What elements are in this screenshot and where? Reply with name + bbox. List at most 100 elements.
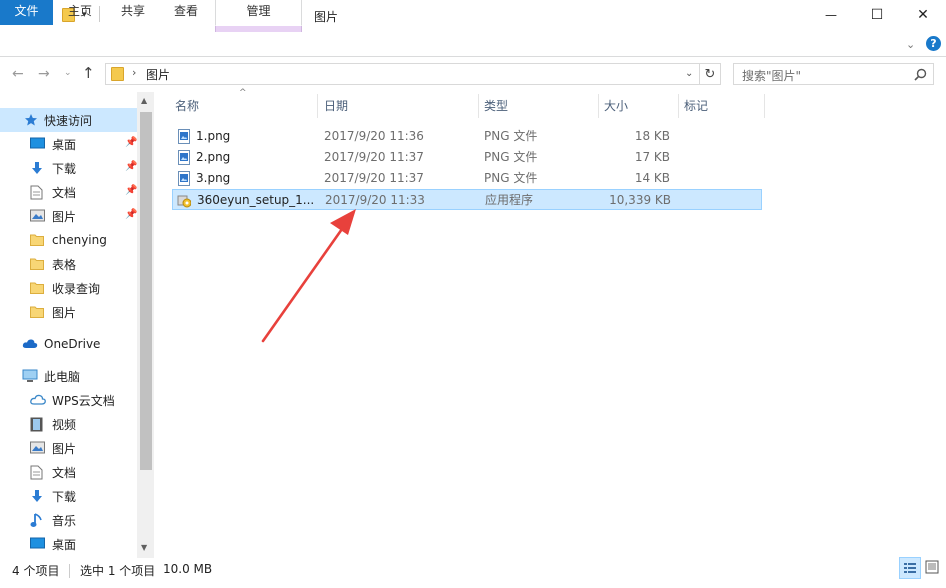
nav-quick-item[interactable]: 表格 xyxy=(0,252,137,276)
nav-pc-item[interactable]: 音乐 xyxy=(0,508,137,532)
column-divider[interactable] xyxy=(764,94,765,118)
nav-pc-item[interactable]: 下载 xyxy=(0,484,137,508)
nav-label: 收录查询 xyxy=(52,281,101,296)
pin-icon[interactable]: 📌 xyxy=(125,186,137,196)
nav-onedrive[interactable]: OneDrive xyxy=(0,332,137,356)
status-selected-size: 10.0 MB xyxy=(163,562,213,576)
pin-icon[interactable]: 📌 xyxy=(125,138,137,148)
file-name: 3.png xyxy=(196,171,231,185)
nav-pc-item[interactable]: 视频 xyxy=(0,412,137,436)
nav-label: 桌面 xyxy=(52,137,77,152)
column-header-tags[interactable]: 标记 xyxy=(678,94,764,118)
file-date: 2017/9/20 11:37 xyxy=(324,171,424,185)
file-row[interactable]: 1.png 2017/9/20 11:36 PNG 文件 18 KB xyxy=(172,126,762,147)
nav-quick-access[interactable]: 快速访问 xyxy=(0,108,137,132)
nav-quick-item[interactable]: chenying xyxy=(0,228,137,252)
column-header-name[interactable]: 名称 xyxy=(169,94,317,118)
recent-locations-chevron-icon[interactable]: ⌄ xyxy=(64,68,72,78)
nav-label: 此电脑 xyxy=(44,369,81,384)
forward-arrow-icon[interactable]: → xyxy=(38,66,50,82)
file-size: 17 KB xyxy=(634,150,670,164)
refresh-icon: ↻ xyxy=(704,66,716,82)
nav-quick-item[interactable]: 桌面 📌 xyxy=(0,132,137,156)
ribbon-tab-bar xyxy=(0,32,946,57)
column-header-type[interactable]: 类型 xyxy=(478,94,598,118)
desktop-icon xyxy=(30,537,46,551)
address-bar[interactable]: › 图片 ⌄ xyxy=(105,63,700,85)
refresh-button[interactable]: ↻ xyxy=(700,63,721,85)
column-header-size[interactable]: 大小 xyxy=(598,94,678,118)
nav-this-pc[interactable]: 此电脑 xyxy=(0,364,137,388)
nav-pc-item[interactable]: 图片 xyxy=(0,436,137,460)
nav-quick-item[interactable]: 图片 xyxy=(0,300,137,324)
search-input[interactable]: 搜索"图片" xyxy=(733,63,934,85)
folder-icon xyxy=(30,305,46,319)
nav-label: 文档 xyxy=(52,465,77,480)
file-name: 2.png xyxy=(196,150,231,164)
nav-label: 音乐 xyxy=(52,513,77,528)
file-size: 18 KB xyxy=(634,129,670,143)
star-icon xyxy=(24,113,38,127)
large-icons-view-button[interactable] xyxy=(922,557,944,579)
nav-label: 桌面 xyxy=(52,537,77,552)
nav-label: chenying xyxy=(52,233,107,247)
help-icon[interactable]: ? xyxy=(926,36,941,51)
column-header-date[interactable]: 日期 xyxy=(318,94,478,118)
file-size: 14 KB xyxy=(634,171,670,185)
up-arrow-icon[interactable]: ↑ xyxy=(82,64,95,82)
png-file-icon xyxy=(178,129,190,144)
scroll-down-arrow-icon[interactable]: ▼ xyxy=(141,543,147,552)
address-history-chevron-icon[interactable]: ⌄ xyxy=(685,68,693,79)
download-icon xyxy=(30,161,46,175)
back-arrow-icon[interactable]: ← xyxy=(12,66,24,82)
nav-quick-item[interactable]: 收录查询 xyxy=(0,276,137,300)
annotation-arrow xyxy=(261,209,356,343)
file-type: 应用程序 xyxy=(485,193,534,207)
nav-quick-item[interactable]: 文档 📌 xyxy=(0,180,137,204)
nav-pc-item[interactable]: 桌面 xyxy=(0,532,137,556)
nav-label: 图片 xyxy=(52,441,77,456)
nav-label: 图片 xyxy=(52,209,77,224)
pin-icon[interactable]: 📌 xyxy=(125,210,137,220)
file-type: PNG 文件 xyxy=(484,171,538,185)
file-row[interactable]: 3.png 2017/9/20 11:37 PNG 文件 14 KB xyxy=(172,168,762,189)
nav-label: OneDrive xyxy=(44,337,101,351)
setup-exe-icon xyxy=(177,195,191,208)
file-size: 10,339 KB xyxy=(609,193,671,207)
maximize-button[interactable]: ☐ xyxy=(854,0,900,30)
tab-file[interactable]: 文件 xyxy=(0,0,53,25)
minimize-button[interactable]: — xyxy=(808,0,854,30)
pictures-icon xyxy=(30,441,46,455)
nav-pc-item[interactable]: WPS云文档 xyxy=(0,388,137,412)
music-icon xyxy=(30,513,46,527)
minimize-icon: — xyxy=(825,8,837,22)
folder-icon xyxy=(111,67,124,81)
close-button[interactable]: ✕ xyxy=(900,0,946,30)
nav-pc-item[interactable]: 文档 xyxy=(0,460,137,484)
large-icons-view-icon xyxy=(925,560,939,574)
pin-icon[interactable]: 📌 xyxy=(125,162,137,172)
folder-icon xyxy=(30,233,46,247)
details-view-button[interactable] xyxy=(899,557,921,579)
nav-quick-item[interactable]: 图片 📌 xyxy=(0,204,137,228)
nav-label: 图片 xyxy=(52,305,77,320)
ribbon-expand-chevron-icon[interactable]: ⌄ xyxy=(906,38,915,51)
nav-quick-item[interactable]: 下载 📌 xyxy=(0,156,137,180)
folder-icon xyxy=(30,257,46,271)
tab-manage[interactable]: 管理 xyxy=(215,0,302,26)
pictures-icon xyxy=(30,209,46,223)
tab-share[interactable]: 共享 xyxy=(107,0,159,25)
scroll-up-arrow-icon[interactable]: ▲ xyxy=(141,96,147,105)
status-item-count: 4 个项目 xyxy=(12,564,60,578)
close-icon: ✕ xyxy=(917,7,929,23)
file-name: 1.png xyxy=(196,129,231,143)
file-date: 2017/9/20 11:36 xyxy=(324,129,424,143)
file-row[interactable]: 2.png 2017/9/20 11:37 PNG 文件 17 KB xyxy=(172,147,762,168)
download-icon xyxy=(30,489,46,503)
nav-scrollbar-thumb[interactable] xyxy=(140,112,152,470)
status-separator xyxy=(69,564,70,578)
png-file-icon xyxy=(178,171,190,186)
breadcrumb-pictures[interactable]: 图片 xyxy=(146,66,170,83)
tab-home[interactable]: 主页 xyxy=(55,0,105,25)
tab-view[interactable]: 查看 xyxy=(161,0,211,25)
